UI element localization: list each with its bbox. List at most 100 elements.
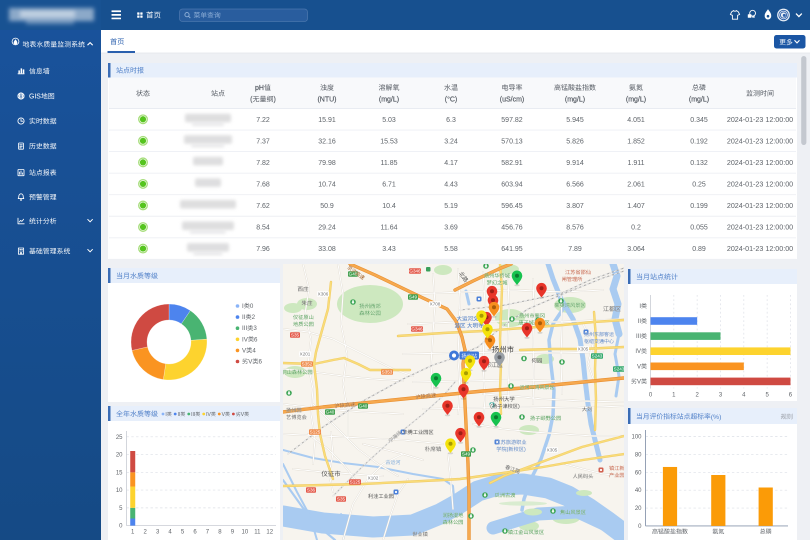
- svg-text:7.22: 7.22: [256, 117, 270, 124]
- svg-text:X708: X708: [430, 302, 441, 307]
- svg-text:4: 4: [252, 347, 256, 354]
- svg-text:(: (: [490, 404, 492, 410]
- svg-text:15.91: 15.91: [318, 117, 336, 124]
- svg-text:15: 15: [116, 470, 123, 476]
- svg-text:596.45: 596.45: [501, 203, 523, 210]
- svg-text:S125: S125: [310, 430, 321, 435]
- svg-text:3.43: 3.43: [382, 246, 396, 253]
- svg-text:S243: S243: [592, 354, 603, 359]
- svg-text:9.914: 9.914: [566, 160, 584, 167]
- svg-text:0.055: 0.055: [690, 225, 708, 232]
- svg-text:S35: S35: [337, 497, 346, 502]
- svg-text:79.98: 79.98: [318, 160, 336, 167]
- svg-text:7.62: 7.62: [256, 203, 270, 210]
- svg-text:1.852: 1.852: [627, 138, 645, 145]
- svg-text:1.911: 1.911: [628, 160, 645, 167]
- svg-text:10: 10: [116, 488, 123, 494]
- svg-text:2024-01-23 12:00:00: 2024-01-23 12:00:00: [727, 159, 793, 167]
- svg-text:(%): (%): [711, 414, 722, 421]
- svg-text:10.4: 10.4: [382, 203, 396, 210]
- svg-text:S49: S49: [462, 452, 471, 457]
- svg-text:I: I: [165, 412, 166, 418]
- svg-text:0.345: 0.345: [690, 117, 708, 124]
- svg-text:IV: IV: [635, 349, 641, 355]
- svg-text:5.945: 5.945: [566, 117, 584, 124]
- svg-text:12: 12: [266, 530, 273, 536]
- svg-text:7.82: 7.82: [256, 160, 270, 167]
- svg-text:0.192: 0.192: [690, 138, 708, 145]
- svg-text:X201: X201: [300, 352, 311, 357]
- svg-text:IV: IV: [206, 412, 211, 418]
- svg-text:6: 6: [259, 359, 263, 366]
- svg-text:40: 40: [635, 488, 642, 494]
- svg-text:60: 60: [635, 470, 642, 476]
- svg-text:GIS: GIS: [29, 94, 41, 101]
- svg-text:15.53: 15.53: [380, 138, 398, 145]
- svg-text:20: 20: [635, 506, 642, 512]
- svg-text:III: III: [242, 325, 247, 332]
- svg-text:2024-01-23 12:00:00: 2024-01-23 12:00:00: [727, 116, 793, 124]
- svg-text:3.24: 3.24: [444, 138, 458, 145]
- svg-text:III: III: [636, 334, 641, 340]
- svg-text:10: 10: [242, 530, 249, 536]
- svg-text:603.94: 603.94: [501, 181, 523, 188]
- svg-text:0.25: 0.25: [692, 181, 706, 188]
- svg-text:5.826: 5.826: [566, 138, 584, 145]
- svg-text:G346: G346: [409, 269, 421, 274]
- svg-text:G40: G40: [326, 410, 335, 415]
- svg-text:II: II: [638, 319, 642, 325]
- svg-text:2024-01-23 12:00:00: 2024-01-23 12:00:00: [727, 137, 793, 145]
- svg-text:III: III: [191, 412, 195, 418]
- svg-text:6.71: 6.71: [382, 181, 396, 188]
- svg-text:I: I: [242, 303, 244, 310]
- svg-text:456.76: 456.76: [501, 225, 523, 232]
- svg-text:(mg/L): (mg/L): [626, 97, 646, 104]
- svg-text:S49: S49: [409, 295, 418, 300]
- svg-text:II: II: [178, 412, 181, 418]
- svg-text:570.13: 570.13: [501, 138, 523, 145]
- svg-text:0: 0: [250, 303, 254, 310]
- svg-text:3.064: 3.064: [627, 246, 645, 253]
- svg-text:2024-01-23 12:00:00: 2024-01-23 12:00:00: [727, 202, 793, 210]
- svg-text:25: 25: [116, 435, 123, 441]
- svg-text:0.199: 0.199: [690, 203, 708, 210]
- svg-text:IV: IV: [242, 336, 249, 343]
- svg-text:II: II: [242, 314, 246, 321]
- svg-text:S243: S243: [614, 367, 625, 372]
- svg-text:6.566: 6.566: [566, 181, 584, 188]
- svg-text:8.54: 8.54: [256, 225, 270, 232]
- svg-text:5.58: 5.58: [444, 246, 458, 253]
- svg-text:100: 100: [631, 435, 642, 441]
- svg-text:2024-01-23 12:00:00: 2024-01-23 12:00:00: [727, 180, 793, 188]
- svg-text:11: 11: [254, 530, 261, 536]
- svg-text:29.24: 29.24: [318, 225, 336, 232]
- svg-text:7.89: 7.89: [568, 246, 582, 253]
- svg-text:33.08: 33.08: [318, 246, 336, 253]
- svg-text:0.132: 0.132: [690, 160, 708, 167]
- svg-text:4.051: 4.051: [627, 117, 645, 124]
- svg-text:(°C): (°C): [445, 96, 458, 104]
- svg-text:582.91: 582.91: [501, 160, 523, 167]
- svg-text:): ): [524, 447, 526, 453]
- svg-text:50.9: 50.9: [320, 203, 334, 210]
- svg-text:8.576: 8.576: [566, 225, 584, 232]
- svg-text:S35: S35: [291, 333, 300, 338]
- svg-text:G40: G40: [349, 272, 358, 277]
- svg-text:2: 2: [252, 314, 256, 321]
- svg-text:S353: S353: [382, 370, 393, 375]
- svg-text:6.3: 6.3: [446, 117, 456, 124]
- svg-text:(mg/L): (mg/L): [689, 97, 709, 104]
- svg-text:S352: S352: [302, 362, 313, 367]
- svg-text:3.69: 3.69: [444, 225, 458, 232]
- svg-text:(mg/L): (mg/L): [565, 97, 585, 104]
- svg-text:(NTU): (NTU): [317, 97, 336, 104]
- svg-text:(uS/cm): (uS/cm): [500, 97, 525, 104]
- svg-text:X305: X305: [547, 448, 558, 453]
- svg-text:2.061: 2.061: [627, 181, 645, 188]
- svg-text:X306: X306: [318, 292, 329, 297]
- svg-text:V: V: [637, 364, 641, 370]
- svg-text:5.03: 5.03: [382, 117, 396, 124]
- svg-text:(mg/L): (mg/L): [379, 97, 399, 104]
- svg-text:7.68: 7.68: [256, 181, 270, 188]
- svg-text:): ): [274, 97, 276, 104]
